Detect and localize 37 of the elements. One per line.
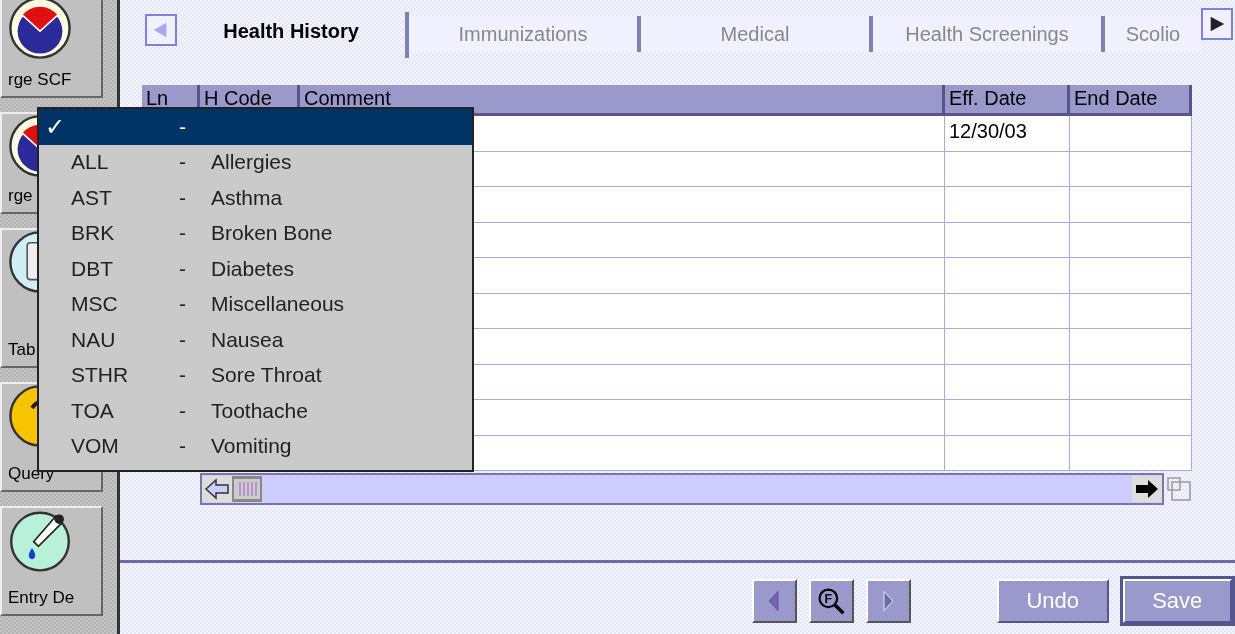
menu-code: NAU — [71, 327, 116, 351]
menu-code: VOM — [71, 434, 119, 458]
menu-code: DBT — [71, 256, 113, 280]
menu-separator: - — [179, 434, 187, 459]
menu-separator: - — [179, 398, 187, 423]
menu-separator: - — [179, 150, 187, 175]
menu-code: TOA — [71, 398, 114, 422]
sidebar-label: rge SCF — [7, 69, 73, 91]
menu-label: Miscellaneous — [211, 292, 345, 317]
menu-separator: - — [179, 256, 187, 281]
menu-label: Asthma — [211, 185, 283, 210]
menu-label: Broken Bone — [211, 221, 333, 246]
sidebar-label: Tab — [7, 339, 37, 361]
column-header: End Date — [1070, 85, 1192, 116]
menu-label: Nausea — [211, 327, 284, 352]
table-cell: 12/30/03 — [945, 116, 1070, 152]
sidebar-label: rge — [7, 185, 34, 207]
sidebar-label: Entry De — [7, 587, 76, 609]
menu-code: ALL — [71, 150, 109, 174]
check-mark: ✓ — [45, 112, 65, 140]
menu-separator: - — [179, 327, 187, 352]
menu-separator: - — [179, 114, 187, 139]
menu-label: Vomiting — [211, 434, 292, 459]
menu-code: STHR — [71, 363, 129, 387]
menu-separator: - — [179, 292, 187, 317]
menu-code: MSC — [71, 292, 118, 316]
menu-separator: - — [179, 363, 187, 388]
menu-label: Toothache — [211, 398, 308, 423]
menu-label: Allergies — [211, 150, 292, 175]
column-header: Comment — [300, 85, 945, 116]
menu-separator: - — [179, 221, 187, 246]
menu-label: Sore Throat — [211, 363, 322, 388]
menu-label: Diabetes — [211, 256, 294, 281]
menu-code: BRK — [71, 221, 115, 245]
column-header: Eff. Date — [945, 85, 1070, 116]
menu-code: AST — [71, 185, 112, 209]
menu-separator: - — [179, 185, 187, 210]
